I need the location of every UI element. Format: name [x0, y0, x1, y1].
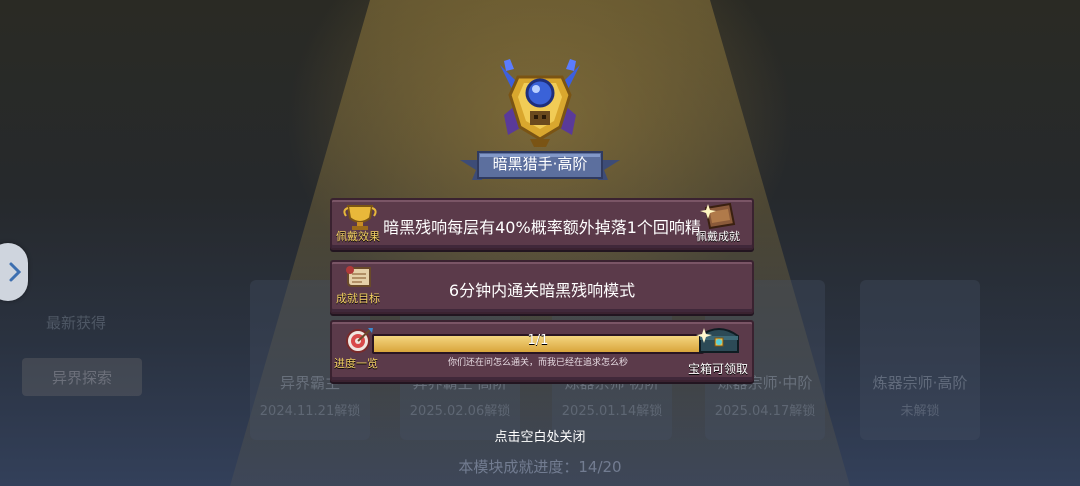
bg-card-date: 2025.02.06解锁 — [409, 404, 511, 419]
achievement-flavor-text: 你们还在问怎么通关，而我已经在追求怎么秒 — [447, 358, 628, 368]
effect-text: 暗黑残响每层有40%概率额外掉落1个回响精 — [383, 218, 701, 237]
bg-sidebar-tab: 异界探索 — [22, 358, 142, 396]
claim-chest-button[interactable]: 宝箱可领取 — [688, 322, 750, 378]
bg-card-title: 炼器宗师·高阶 — [872, 374, 968, 392]
target-icon — [346, 328, 373, 353]
goal-text: 6分钟内通关暗黑残响模式 — [448, 281, 636, 300]
bg-sidebar-tab-label: 异界探索 — [51, 368, 112, 387]
scroll-icon — [346, 266, 371, 287]
bg-achievement-card: 炼器宗师·高阶 未解锁 — [860, 280, 980, 440]
chest-label: 宝箱可领取 — [688, 362, 749, 376]
effect-label: 佩戴效果 — [336, 230, 380, 243]
wear-achievement-button[interactable]: 佩戴成就 — [694, 200, 746, 244]
bg-card-date: 2024.11.21解锁 — [259, 404, 361, 419]
goal-panel: 6分钟内通关暗黑残响模式 — [330, 260, 754, 314]
wear-achievement-label: 佩戴成就 — [696, 230, 740, 243]
treasure-chest-icon — [696, 328, 739, 353]
close-hint: 点击空白处关闭 — [494, 430, 586, 445]
progress-value: 1/1 — [527, 333, 549, 348]
badge-icon — [500, 59, 580, 147]
module-progress: 本模块成就进度：14/20 — [458, 458, 622, 476]
chevron-right-icon — [9, 262, 22, 282]
bg-card-date: 未解锁 — [900, 404, 940, 419]
achievement-title: 暗黑猎手·高阶 — [492, 155, 588, 173]
bg-card-date: 2025.01.14解锁 — [561, 404, 663, 419]
effect-panel: 暗黑残响每层有40%概率额外掉落1个回响精 — [330, 198, 754, 250]
bg-card-date: 2025.04.17解锁 — [714, 404, 816, 419]
bg-sidebar-label: 最新获得 — [46, 314, 107, 332]
expand-sidebar-button[interactable] — [0, 243, 28, 301]
goal-label: 成就目标 — [336, 292, 380, 305]
